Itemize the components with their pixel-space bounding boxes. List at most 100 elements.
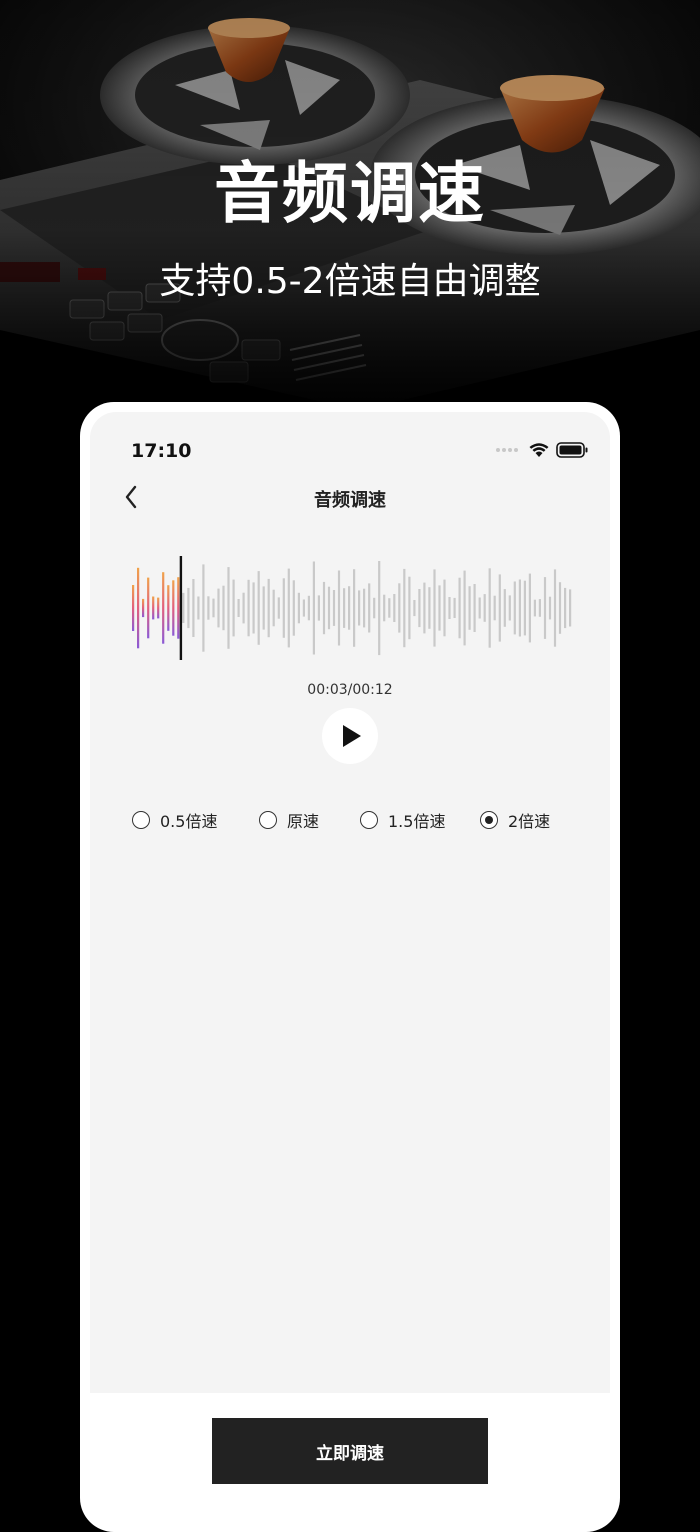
speed-option-1-5x[interactable]: 1.5倍速 <box>360 808 445 832</box>
speed-option-2x[interactable]: 2倍速 <box>480 808 550 832</box>
waveform-bar <box>348 586 351 630</box>
waveform-bar <box>493 595 496 621</box>
speed-label: 0.5倍速 <box>160 812 218 831</box>
radio-button[interactable] <box>132 811 150 829</box>
battery-icon <box>556 442 588 458</box>
play-icon <box>343 725 361 747</box>
waveform-bar <box>252 582 255 634</box>
playback-time: 00:03/00:12 <box>307 682 393 698</box>
speed-label: 原速 <box>287 812 320 831</box>
waveform-bar-played <box>137 567 140 649</box>
waveform-bar <box>518 579 521 637</box>
waveform-bar <box>282 578 285 638</box>
waveform-bar <box>398 583 401 633</box>
speed-options: 0.5倍速 原速 1.5倍速 2倍速 <box>132 808 592 838</box>
waveform-bar <box>322 581 326 635</box>
waveform-bar <box>207 596 210 620</box>
waveform-bar <box>232 579 235 637</box>
waveform-bar <box>217 588 220 628</box>
status-time: 17:10 <box>131 440 192 462</box>
wifi-icon <box>529 443 549 457</box>
signal-dots-icon <box>496 448 518 452</box>
waveform-bar <box>378 561 381 656</box>
waveform-bar <box>393 594 396 622</box>
waveform-bar <box>197 596 200 620</box>
waveform-bar <box>553 569 557 647</box>
waveform-bar <box>523 580 526 636</box>
waveform-bar <box>353 569 356 647</box>
speed-label: 2倍速 <box>508 812 551 831</box>
waveform-bar <box>202 564 205 652</box>
status-icons <box>496 442 588 458</box>
waveform-bar-played <box>147 577 150 639</box>
speed-option-1x[interactable]: 原速 <box>259 808 319 832</box>
waveform-bar <box>337 570 341 646</box>
apply-speed-button[interactable]: 立即调速 <box>212 1418 488 1484</box>
waveform-bar <box>433 569 436 647</box>
waveform-bar <box>358 590 361 626</box>
waveform-bar <box>187 587 190 629</box>
waveform-bar <box>423 582 426 634</box>
waveform-bar <box>267 578 270 638</box>
waveform-bar-played <box>152 596 155 620</box>
waveform-bar <box>569 589 572 627</box>
waveform-bar-played <box>162 572 165 644</box>
speed-label: 1.5倍速 <box>388 812 446 831</box>
waveform-bar <box>277 597 280 619</box>
waveform-bar <box>332 590 336 626</box>
waveform-bar <box>558 582 562 634</box>
waveform-bar <box>212 598 215 618</box>
waveform-bar <box>528 573 531 643</box>
waveform-bar-played <box>132 585 135 631</box>
waveform-bar <box>343 588 346 628</box>
waveform-bar <box>287 568 290 648</box>
waveform-bar <box>448 597 451 619</box>
waveform-bar <box>257 571 260 645</box>
waveform-bar <box>453 597 456 618</box>
waveform-bar <box>463 570 466 646</box>
nav-title: 音频调速 <box>314 490 386 511</box>
waveform-bar <box>388 598 391 618</box>
playhead-cursor[interactable] <box>179 556 183 660</box>
radio-button[interactable] <box>480 811 498 829</box>
waveform-bar <box>247 579 250 637</box>
waveform-bar <box>428 587 431 629</box>
waveform-bar <box>513 581 516 635</box>
waveform-bar <box>543 577 547 639</box>
waveform-bar-played <box>157 597 160 619</box>
speed-option-0-5x[interactable]: 0.5倍速 <box>132 808 217 832</box>
waveform-bar <box>408 576 411 640</box>
waveform-bar <box>473 584 476 632</box>
waveform-bar <box>222 585 225 631</box>
waveform-bar <box>302 599 305 617</box>
hero-banner: 音频调速 支持0.5-2倍速自由调整 <box>0 0 700 420</box>
waveform-bar <box>503 589 506 627</box>
waveform-bar <box>483 594 486 622</box>
waveform-bar <box>438 585 441 631</box>
waveform-bar <box>498 574 501 642</box>
waveform-bar <box>363 588 366 628</box>
waveform-bar <box>418 589 421 628</box>
waveform-bar <box>538 599 541 617</box>
waveform-bar <box>307 595 310 621</box>
waveform-bar <box>383 594 386 622</box>
play-button[interactable] <box>322 708 378 764</box>
waveform-bar <box>237 599 240 617</box>
waveform-bar-played <box>177 577 180 639</box>
waveform-bar <box>564 587 567 629</box>
waveform-bar-played <box>167 585 170 631</box>
hero-subtitle: 支持0.5-2倍速自由调整 <box>159 261 541 302</box>
waveform-bar <box>227 567 230 649</box>
waveform-bar-played <box>172 580 175 636</box>
waveform-bar <box>272 589 275 627</box>
waveform-bar <box>262 586 265 630</box>
waveform-bar <box>478 597 481 619</box>
audio-waveform[interactable] <box>130 556 572 660</box>
phone-mockup: 17:10 音频调速 00:03/00:12 0.5倍速 原速 1.5倍速 2倍… <box>80 402 620 1532</box>
waveform-bar <box>368 583 371 633</box>
waveform-bar <box>403 568 406 648</box>
radio-button[interactable] <box>259 811 277 829</box>
waveform-bar <box>297 592 300 624</box>
radio-button[interactable] <box>360 811 378 829</box>
waveform-bar <box>317 595 320 621</box>
